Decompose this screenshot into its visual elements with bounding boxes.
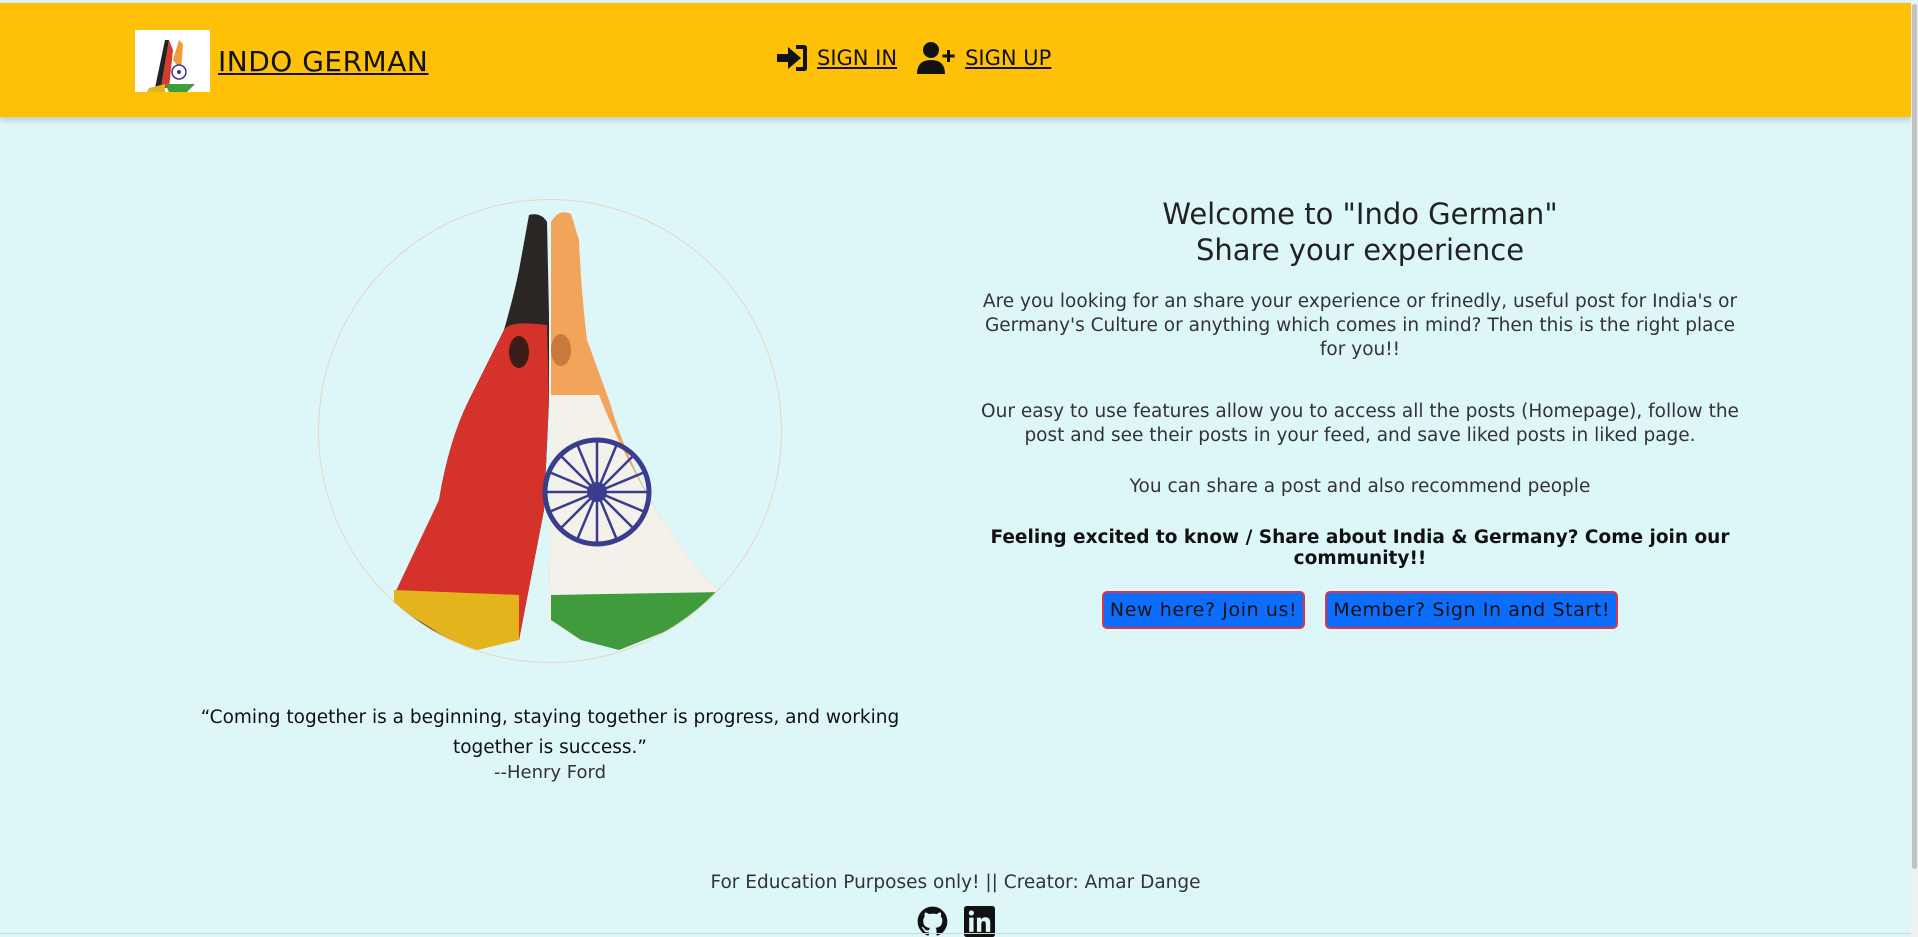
excited-text: Feeling excited to know / Share about In… — [990, 527, 1730, 569]
share-text: You can share a post and also recommend … — [1129, 476, 1591, 497]
sign-up-link[interactable]: SIGN UP — [917, 41, 1051, 75]
nav-links: SIGN IN SIGN UP — [775, 41, 1051, 75]
welcome-heading: Welcome to "Indo German" Share your expe… — [965, 196, 1755, 268]
brand-name: INDO GERMAN — [218, 44, 429, 78]
welcome-title: Welcome to "Indo German" — [1162, 197, 1558, 231]
footer-text: For Education Purposes only! || Creator:… — [710, 872, 1201, 893]
quote-author: --Henry Ford — [493, 762, 607, 783]
features-text: Our easy to use features allow you to ac… — [981, 401, 1739, 446]
quote-text: “Coming together is a beginning, staying… — [200, 707, 900, 758]
sign-in-link[interactable]: SIGN IN — [775, 43, 897, 73]
join-us-button[interactable]: New here? Join us! — [1101, 591, 1306, 629]
user-plus-icon — [917, 42, 955, 74]
brand-link[interactable]: INDO GERMAN — [135, 29, 428, 93]
sign-up-label: SIGN UP — [965, 46, 1052, 70]
cta-buttons: New here? Join us! Member? Sign In and S… — [965, 591, 1755, 629]
intro-text: Are you looking for an share your experi… — [982, 291, 1738, 360]
welcome-subtitle: Share your experience — [1195, 233, 1525, 267]
member-sign-in-button[interactable]: Member? Sign In and Start! — [1325, 591, 1619, 629]
sign-in-label: SIGN IN — [817, 46, 898, 70]
sign-in-icon — [777, 45, 807, 71]
brand-logo — [135, 30, 210, 92]
page-bottom-divider — [0, 933, 1911, 934]
hero-image — [318, 199, 782, 663]
welcome-section: Welcome to "Indo German" Share your expe… — [965, 196, 1755, 629]
navbar: INDO GERMAN SIGN IN SIGN UP — [0, 3, 1911, 117]
scrollbar-thumb[interactable] — [1912, 4, 1917, 869]
vertical-scrollbar[interactable] — [1911, 0, 1918, 937]
